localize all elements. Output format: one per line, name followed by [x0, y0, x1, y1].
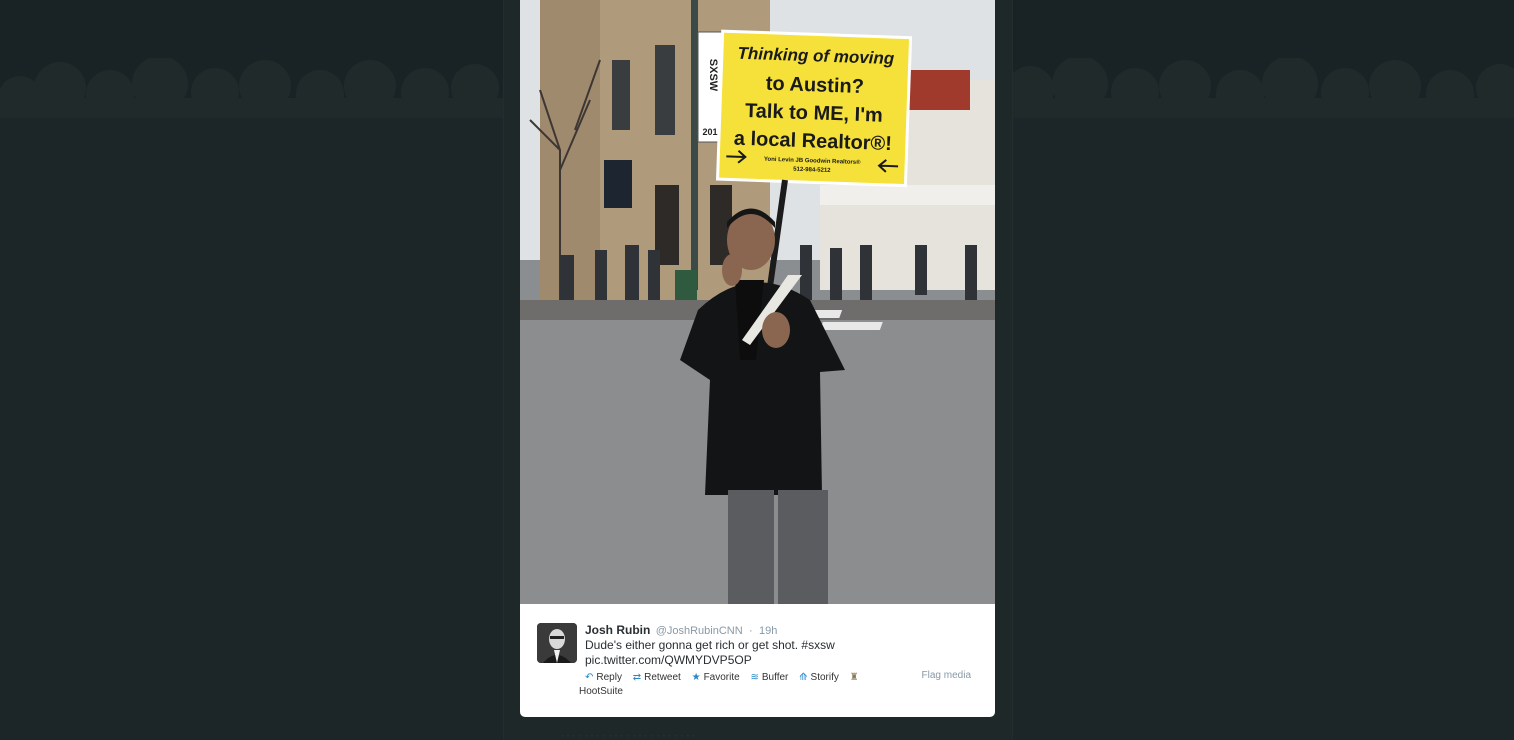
separator-dot: ·	[749, 625, 753, 637]
buffer-icon: ≋	[750, 672, 759, 683]
avatar-portrait-icon	[537, 623, 577, 663]
sign-line-2: to Austin?	[765, 73, 864, 98]
fullname-link[interactable]: Josh Rubin	[585, 623, 650, 637]
reply-button[interactable]: ↶ Reply	[585, 671, 622, 685]
media-photo[interactable]: SXSW 201 Thinking of moving to Austin? T…	[520, 0, 995, 604]
tweet-text: Dude's either gonna get rich or get shot…	[585, 638, 965, 668]
hootsuite-owl-icon[interactable]: ♜	[850, 671, 859, 685]
media-lightbox: SXSW 201 Thinking of moving to Austin? T…	[520, 0, 995, 717]
timestamp-link[interactable]: 19h	[759, 625, 777, 637]
tweet-text-line-1: Dude's either gonna get rich or get shot…	[585, 638, 835, 652]
reply-label: Reply	[596, 672, 622, 683]
reply-icon: ↶	[585, 672, 594, 683]
pic-link[interactable]: pic.twitter.com/QWMYDVP5OP	[585, 653, 965, 668]
favorite-label: Favorite	[703, 672, 740, 683]
avatar[interactable]	[537, 623, 577, 663]
star-icon: ★	[691, 672, 701, 683]
retweet-icon: ⇄	[632, 672, 642, 683]
favorite-button[interactable]: ★ Favorite	[692, 671, 740, 685]
storify-label: Storify	[810, 672, 839, 683]
hootsuite-button[interactable]: HootSuite	[579, 686, 623, 697]
sxsw-banner-year: 201	[702, 127, 717, 137]
photo-illustration: SXSW 201 Thinking of moving to Austin? T…	[520, 0, 995, 604]
buffer-label: Buffer	[761, 672, 789, 683]
storify-button[interactable]: ⟰ Storify	[799, 671, 839, 685]
sxsw-banner-text: SXSW	[707, 59, 719, 92]
username-link[interactable]: @JoshRubinCNN	[656, 625, 743, 637]
buffer-button[interactable]: ≋ Buffer	[750, 671, 788, 685]
tweet-details: Josh Rubin @JoshRubinCNN · 19h Dude's ei…	[520, 604, 995, 717]
retweet-label: Retweet	[644, 672, 681, 683]
dimmed-background-text: ·······················	[560, 728, 698, 740]
storify-icon: ⟰	[799, 672, 808, 683]
tweet-actions: ↶ Reply ⇄ Retweet ★ Favorite ≋ Buffer ⟰ Stori…	[585, 671, 867, 685]
retweet-button[interactable]: ⇄ Retweet	[633, 671, 681, 685]
flag-media-link[interactable]: Flag media	[922, 670, 971, 681]
tweet-header: Josh Rubin @JoshRubinCNN · 19h	[585, 622, 777, 639]
